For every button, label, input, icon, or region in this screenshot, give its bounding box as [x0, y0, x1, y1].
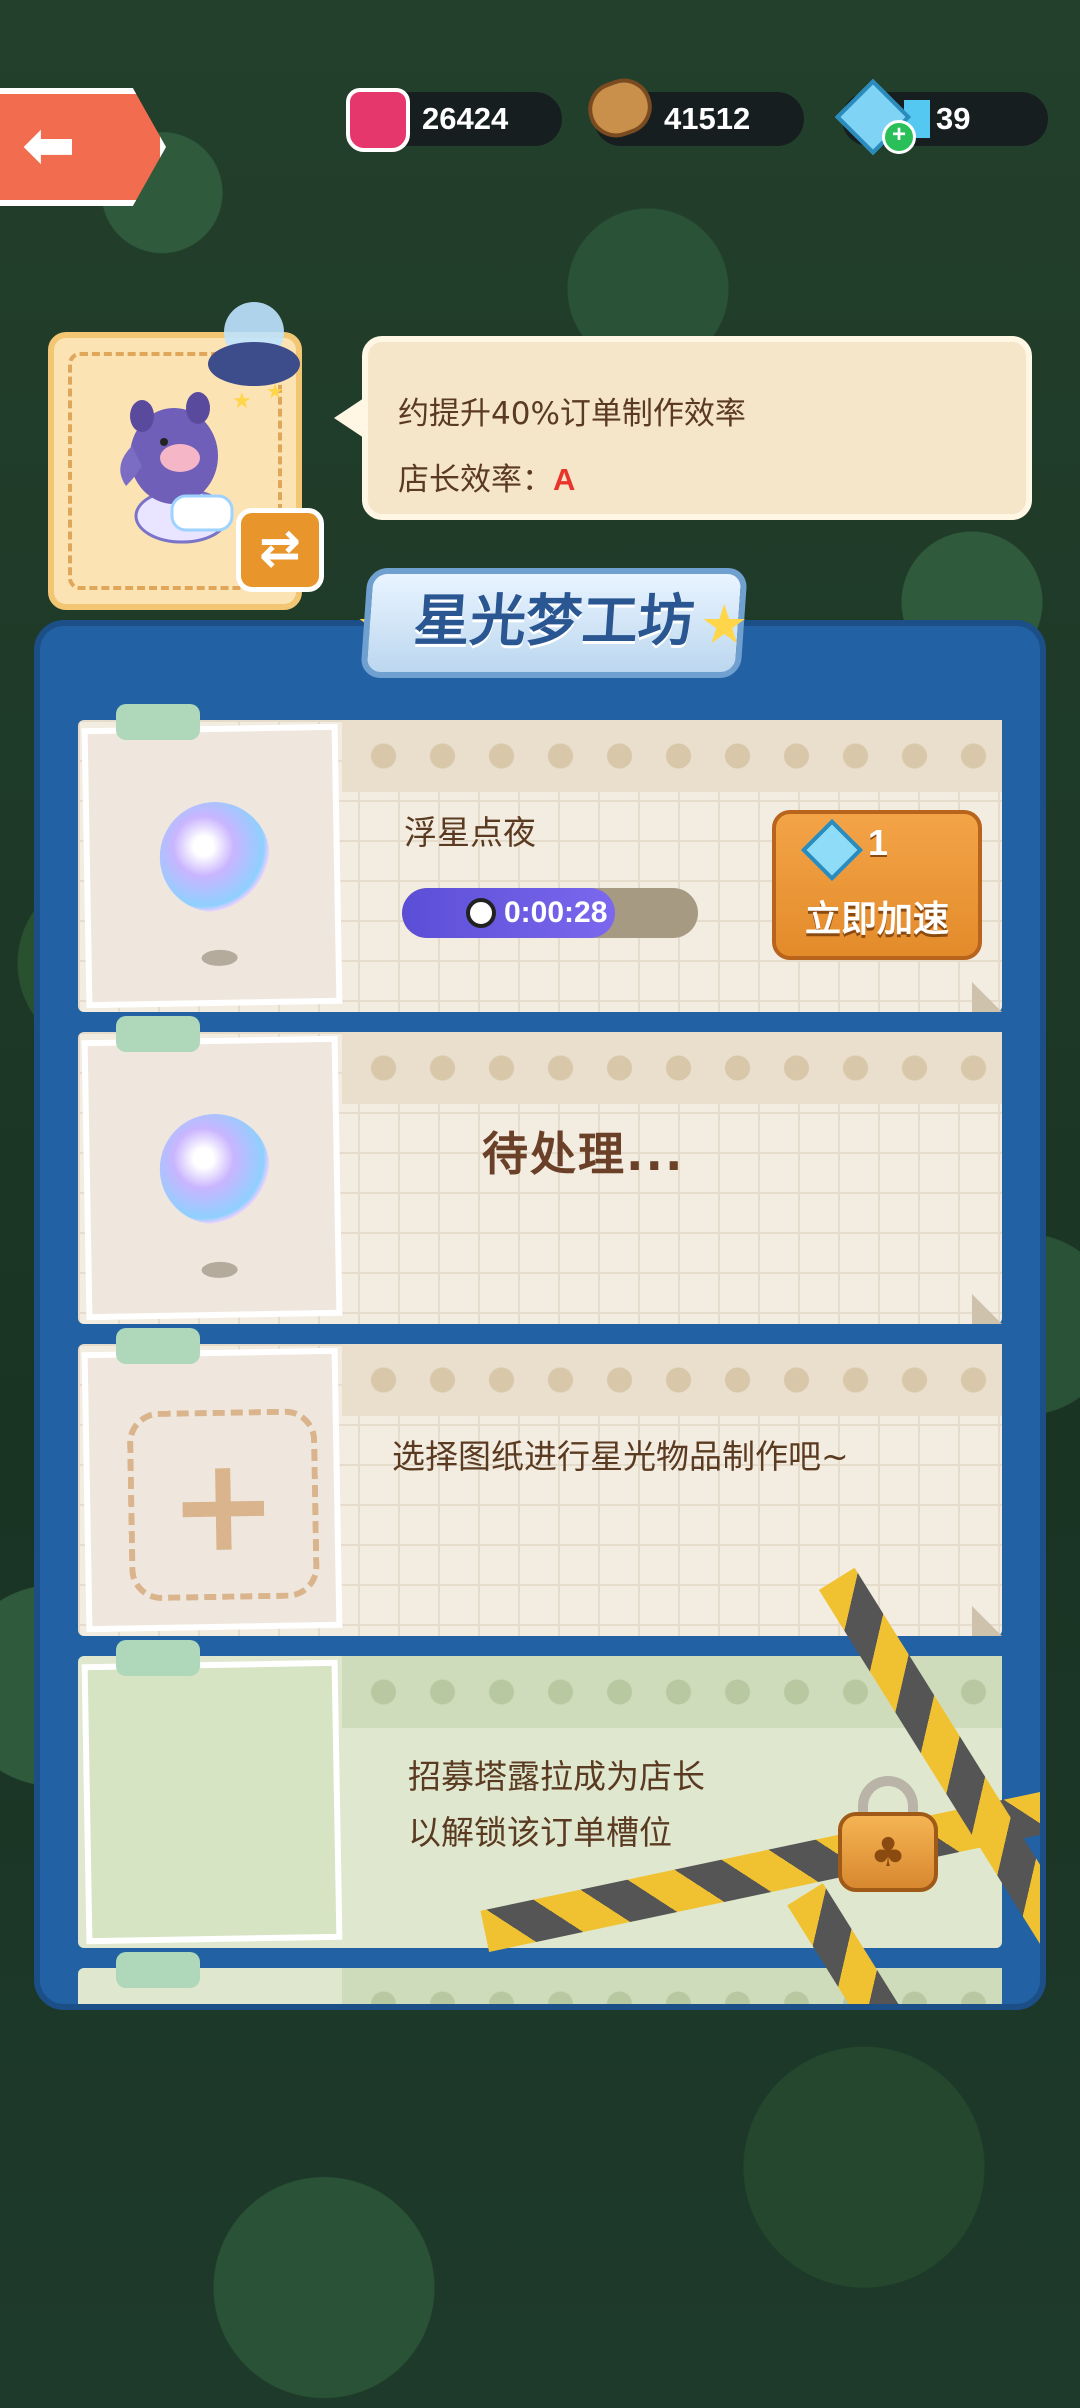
wood-amount: 41512 [664, 101, 751, 136]
gem-counter[interactable]: + 39 [834, 78, 1048, 156]
workshop-title: 星光梦工坊 [360, 568, 748, 678]
star-icon: ★ [700, 593, 749, 656]
slot-tab [116, 1952, 200, 1988]
item-name: 浮星点夜 [404, 813, 536, 852]
empty-thumbnail: + [81, 1347, 343, 1633]
order-slot-in-progress[interactable]: 浮星点夜 0:00:28 1 立即加速 [78, 704, 1002, 1012]
item-thumbnail [81, 1035, 343, 1321]
speed-up-cost: 1 [868, 822, 889, 863]
efficiency-line: 店长效率：A [398, 454, 575, 499]
back-button[interactable]: ⬅ [0, 88, 166, 206]
ink-counter[interactable]: 26424 [346, 88, 562, 152]
gem-amount: 39 [936, 101, 971, 136]
efficiency-bonus-text: 约提升40%订单制作效率 [398, 396, 746, 432]
svg-text:★: ★ [232, 389, 252, 414]
efficiency-label: 店长效率： [398, 462, 553, 498]
order-slot-pending[interactable]: 待处理... [78, 1016, 1002, 1324]
unlock-requirement-line2: 以解锁该订单槽位 [408, 1813, 672, 1852]
workshop-panel: 浮星点夜 0:00:28 1 立即加速 待处理... + 选择图纸进行星光物品制… [34, 620, 1046, 2010]
slot-header-strip [342, 1344, 1002, 1416]
swap-icon: ⇄ [259, 519, 301, 577]
efficiency-grade: A [553, 462, 576, 497]
svg-text:★: ★ [266, 379, 284, 403]
paper-fold [972, 1294, 1002, 1324]
ink-jar-icon [346, 88, 410, 152]
lock-icon: ♣ [838, 1776, 938, 1892]
orb-shadow [201, 1261, 238, 1279]
ink-amount: 26424 [422, 101, 509, 136]
slot-tab [116, 1016, 200, 1052]
add-gems-icon[interactable]: + [882, 120, 916, 154]
choose-blueprint-prompt: 选择图纸进行星光物品制作吧~ [392, 1437, 849, 1476]
add-blueprint-button[interactable]: + [126, 1408, 320, 1602]
paper-fold [972, 1606, 1002, 1636]
production-timer-bar: 0:00:28 [402, 888, 698, 938]
wood-counter[interactable]: 41512 [580, 70, 804, 146]
slot-tab [116, 1640, 200, 1676]
item-thumbnail [81, 723, 343, 1009]
plus-icon: + [167, 1427, 280, 1582]
order-slot-locked-next[interactable] [78, 1883, 1002, 2004]
back-arrow-icon: ⬅ [22, 109, 76, 183]
order-slot-locked[interactable]: 招募塔露拉成为店长 以解锁该订单槽位 ♣ [78, 1567, 1040, 1952]
star-orb-icon [158, 1112, 271, 1225]
slot-tab [116, 704, 200, 740]
star-orb-icon [158, 800, 271, 913]
pending-status: 待处理... [482, 1127, 685, 1181]
unlock-requirement-line1: 招募塔露拉成为店长 [408, 1757, 705, 1796]
manager-info-bubble: 约提升40%订单制作效率 店长效率：A [334, 336, 1032, 520]
moon-cloud-icon: ★ ★ [208, 302, 300, 414]
slot-header-strip [342, 1968, 1002, 2004]
locked-thumbnail [81, 1659, 343, 1945]
speed-up-label: 立即加速 [804, 899, 949, 940]
orb-shadow [201, 949, 238, 967]
timer-text: 0:00:28 [504, 896, 608, 929]
slot-header-strip [342, 1032, 1002, 1104]
speed-up-button[interactable]: 1 立即加速 [772, 810, 982, 960]
swap-manager-button[interactable]: ⇄ [236, 508, 324, 592]
paper-fold [972, 982, 1002, 1012]
slot-header-strip [342, 720, 1002, 792]
gem-icon [800, 818, 864, 882]
slot-tab [116, 1328, 200, 1364]
